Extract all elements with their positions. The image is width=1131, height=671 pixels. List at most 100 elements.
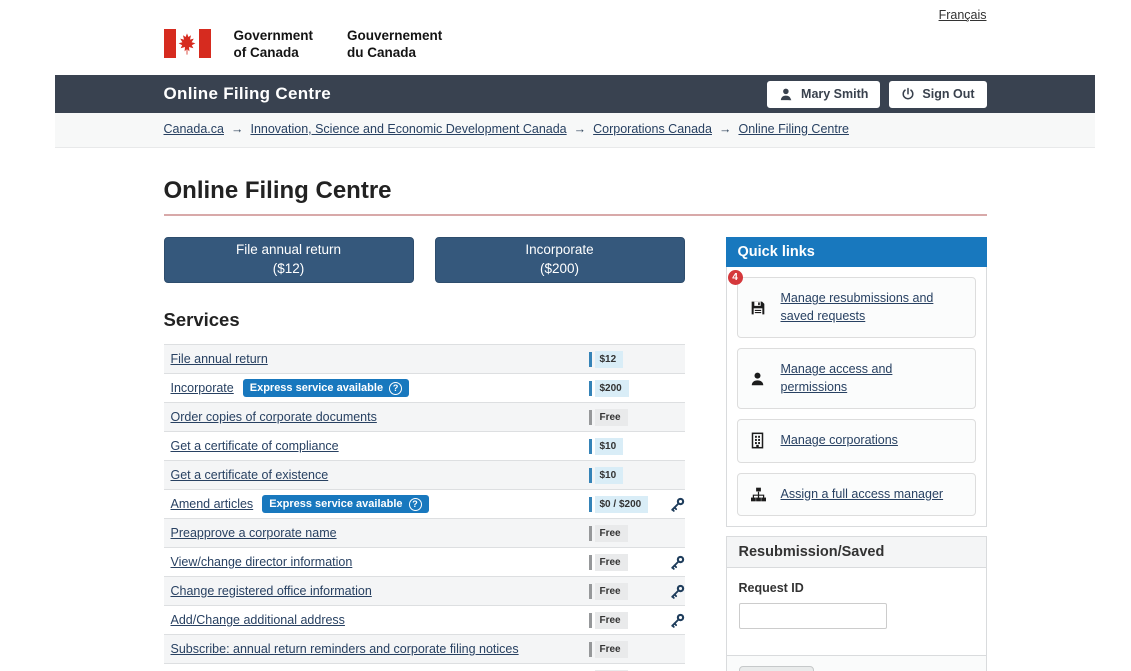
key-icon [670, 555, 685, 570]
service-row: Incorporate Express service available? $20… [164, 374, 685, 403]
key-icon [670, 497, 685, 512]
service-link[interactable]: Amend articles [171, 497, 254, 511]
main-content: Online Filing Centre File annual return(… [164, 177, 987, 671]
quick-link[interactable]: Manage resubmissions and saved requests [781, 290, 963, 325]
express-service-badge[interactable]: Express service available? [243, 379, 409, 397]
service-link[interactable]: Incorporate [171, 381, 234, 395]
quick-link-item[interactable]: Manage resubmissions and saved requests [737, 277, 976, 338]
power-icon [901, 87, 915, 101]
appbar-title: Online Filing Centre [164, 84, 332, 104]
quick-link-item[interactable]: Manage corporations [737, 419, 976, 463]
appbar-actions: Mary Smith Sign Out [767, 81, 986, 108]
service-row: Change registered office informationFree [164, 577, 685, 606]
quick-links-heading: Quick links [726, 237, 987, 267]
service-link[interactable]: Change registered office information [171, 584, 372, 598]
resubmission-panel: Resubmission/Saved Request ID Search [726, 536, 987, 671]
service-row: Get a certificate of compliance $10 [164, 432, 685, 461]
help-icon[interactable]: ? [389, 382, 402, 395]
user-menu-button[interactable]: Mary Smith [767, 81, 880, 108]
flag-red-bar [164, 29, 176, 58]
price-label: $10 [595, 438, 624, 455]
price-bar [589, 497, 592, 512]
app-bar: Online Filing Centre Mary Smith Sign Out [55, 75, 1095, 113]
sign-out-button[interactable]: Sign Out [889, 81, 986, 108]
price-badge: Free [589, 525, 663, 542]
cta-price: ($200) [540, 260, 579, 279]
quick-link-item[interactable]: Assign a full access manager [737, 473, 976, 517]
price-label: $12 [595, 351, 624, 368]
sidebar: Quick links 4 Manage resubmissions and s… [726, 237, 987, 671]
price-label: Free [595, 525, 628, 542]
resubmission-footer: Search [727, 655, 986, 671]
service-link[interactable]: Get a certificate of compliance [171, 439, 339, 453]
price-bar [589, 410, 592, 425]
cta-file-annual-return-button[interactable]: File annual return($12) [164, 237, 414, 283]
price-bar [589, 555, 592, 570]
cta-price: ($12) [273, 260, 305, 279]
user-icon [750, 371, 767, 387]
price-label: $10 [595, 467, 624, 484]
services-column: File annual return($12)Incorporate($200)… [164, 237, 685, 671]
service-row: Add/Change additional address Free [164, 606, 685, 635]
price-bar [589, 352, 592, 367]
price-bar [589, 526, 592, 541]
service-link[interactable]: File annual return [171, 352, 268, 366]
service-row: View/change director information Free [164, 548, 685, 577]
save-icon [750, 300, 767, 316]
service-row: Order copies of corporate documents Free [164, 403, 685, 432]
breadcrumb-link[interactable]: Online Filing Centre [738, 122, 848, 136]
sitemap-icon [750, 487, 767, 502]
services-heading: Services [164, 309, 685, 331]
service-link[interactable]: Subscribe: annual return reminders and c… [171, 642, 519, 656]
price-badge: $200 [589, 380, 663, 397]
breadcrumb-separator-icon: → [719, 122, 732, 136]
service-row: Subscribe: annual return reminders and c… [164, 635, 685, 664]
breadcrumb-link[interactable]: Innovation, Science and Economic Develop… [250, 122, 566, 136]
price-bar [589, 642, 592, 657]
service-link[interactable]: Add/Change additional address [171, 613, 345, 627]
quick-links-items: Manage resubmissions and saved requests M… [727, 277, 986, 516]
price-badge: Free [589, 641, 663, 658]
request-id-input[interactable] [739, 603, 887, 629]
language-toggle-link[interactable]: Français [939, 8, 987, 22]
service-row: Subscribe to email noticeFree [164, 664, 685, 671]
quick-link[interactable]: Manage access and permissions [781, 361, 963, 396]
quick-links-panel: Quick links 4 Manage resubmissions and s… [726, 237, 987, 527]
breadcrumb-link[interactable]: Canada.ca [164, 122, 224, 136]
quick-link[interactable]: Manage corporations [781, 432, 898, 450]
quick-link[interactable]: Assign a full access manager [781, 486, 944, 504]
key-icon [670, 613, 685, 628]
breadcrumb-band: Canada.ca → Innovation, Science and Econom… [55, 113, 1095, 148]
goc-wordmark-fr: Gouvernement du Canada [347, 27, 442, 62]
price-bar [589, 381, 592, 396]
price-label: Free [595, 612, 628, 629]
price-badge: Free [589, 554, 663, 571]
price-label: $200 [595, 380, 629, 397]
service-link[interactable]: Order copies of corporate documents [171, 410, 377, 424]
breadcrumb-link[interactable]: Corporations Canada [593, 122, 712, 136]
price-badge: Free [589, 409, 663, 426]
page-title: Online Filing Centre [164, 177, 987, 216]
price-badge: $10 [589, 467, 663, 484]
price-badge: $10 [589, 438, 663, 455]
express-service-badge[interactable]: Express service available? [262, 495, 428, 513]
search-button[interactable]: Search [739, 666, 815, 671]
page: Français Government of Canada [55, 0, 1095, 671]
service-link[interactable]: View/change director information [171, 555, 353, 569]
site-header: Français Government of Canada [55, 0, 1095, 75]
cta-row: File annual return($12) Incorporate($200) [164, 237, 685, 283]
resubmission-body: Request ID [727, 568, 986, 655]
service-row: Get a certificate of existence $10 [164, 461, 685, 490]
help-icon[interactable]: ? [409, 498, 422, 511]
flag-red-bar [199, 29, 211, 58]
price-bar [589, 584, 592, 599]
breadcrumb-separator-icon: → [231, 122, 244, 136]
flag-white-field [176, 29, 199, 58]
service-link[interactable]: Get a certificate of existence [171, 468, 329, 482]
quick-link-item[interactable]: Manage access and permissions [737, 348, 976, 409]
service-row: File annual return $12 [164, 345, 685, 374]
service-link[interactable]: Preapprove a corporate name [171, 526, 337, 540]
breadcrumb: Canada.ca → Innovation, Science and Econom… [164, 113, 987, 136]
service-row: Amend articles Express service available?… [164, 490, 685, 519]
cta-incorporate-button[interactable]: Incorporate($200) [435, 237, 685, 283]
